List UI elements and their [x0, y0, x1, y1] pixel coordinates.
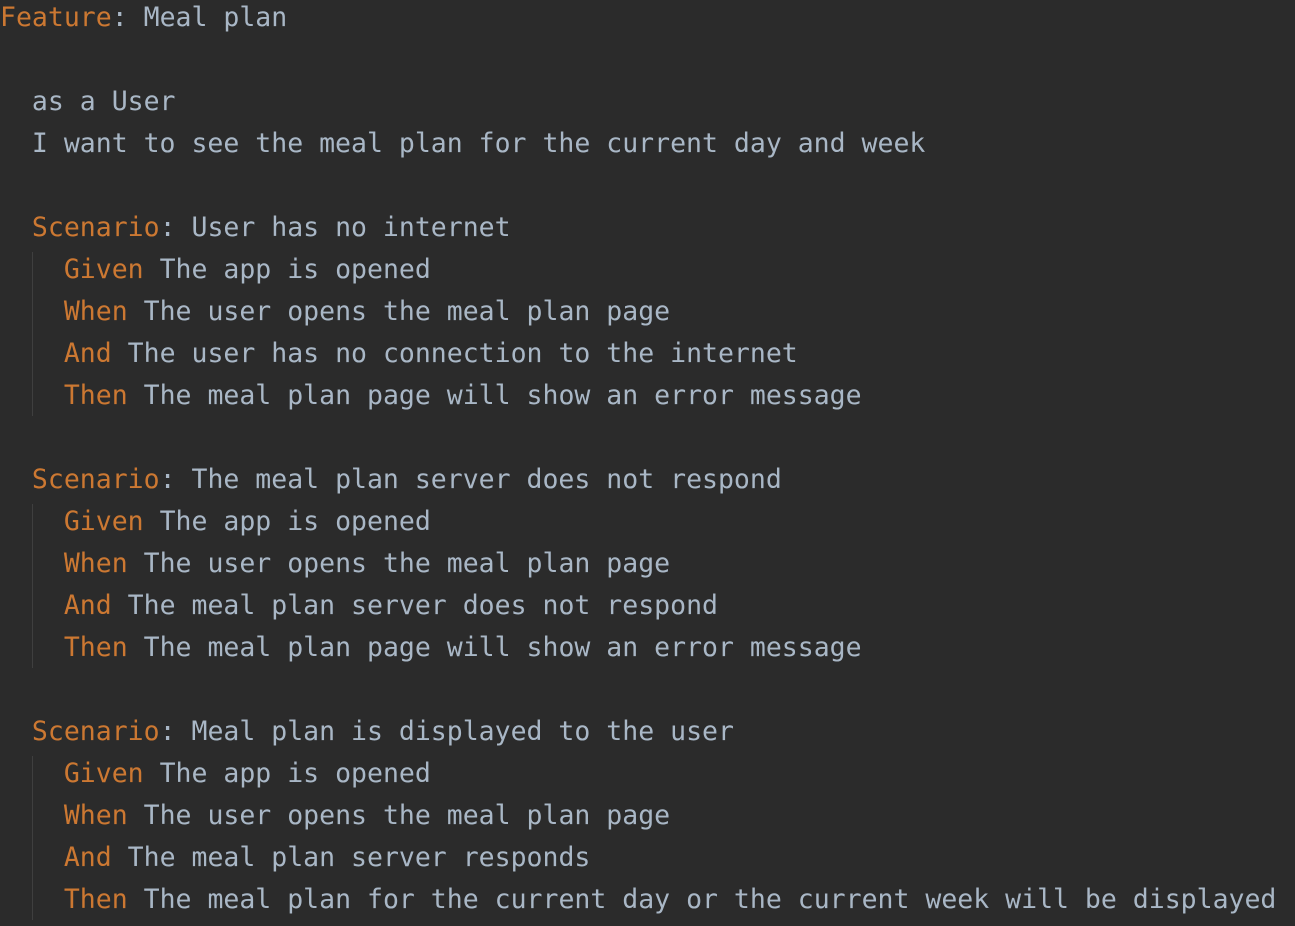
- step-text: The app is opened: [159, 506, 431, 537]
- narrative-text: I want to see the meal plan for the curr…: [31, 128, 926, 159]
- step-keyword: And: [63, 338, 112, 369]
- step-line[interactable]: When The user opens the meal plan page: [0, 795, 670, 837]
- step-line[interactable]: When The user opens the meal plan page: [0, 543, 670, 585]
- step-line[interactable]: When The user opens the meal plan page: [0, 291, 670, 333]
- scenario-colon: :: [159, 464, 192, 495]
- step-line[interactable]: Then The meal plan page will show an err…: [0, 375, 862, 417]
- step-line[interactable]: And The meal plan server does not respon…: [0, 585, 718, 627]
- scenario-line[interactable]: Scenario: User has no internet: [0, 207, 511, 249]
- step-line[interactable]: Then The meal plan for the current day o…: [0, 879, 1277, 921]
- step-keyword: And: [63, 842, 112, 873]
- scenario-title: The meal plan server does not respond: [191, 464, 782, 495]
- feature-colon: :: [111, 2, 144, 33]
- step-line[interactable]: Given The app is opened: [0, 249, 431, 291]
- narrative-line[interactable]: I want to see the meal plan for the curr…: [0, 123, 925, 165]
- step-keyword: Given: [63, 254, 144, 285]
- feature-keyword: Feature: [0, 2, 112, 33]
- step-keyword: And: [63, 590, 112, 621]
- step-keyword: Given: [63, 506, 144, 537]
- step-text: The meal plan for the current day or the…: [143, 884, 1277, 915]
- step-text: The meal plan page will show an error me…: [143, 380, 862, 411]
- step-text: The user has no connection to the intern…: [127, 338, 798, 369]
- scenario-keyword: Scenario: [31, 716, 160, 747]
- step-line[interactable]: And The meal plan server responds: [0, 837, 591, 879]
- step-text: The user opens the meal plan page: [143, 548, 671, 579]
- step-text: The user opens the meal plan page: [143, 296, 671, 327]
- step-line[interactable]: Then The meal plan page will show an err…: [0, 627, 862, 669]
- step-keyword: Then: [63, 380, 128, 411]
- step-keyword: When: [63, 548, 128, 579]
- narrative-text: as a User: [31, 86, 176, 117]
- step-text: The meal plan page will show an error me…: [143, 632, 862, 663]
- scenario-title: User has no internet: [191, 212, 511, 243]
- scenario-colon: :: [159, 716, 192, 747]
- step-text: The meal plan server responds: [127, 842, 591, 873]
- gherkin-editor[interactable]: Feature: Meal plan as a User I want to s…: [0, 0, 1295, 926]
- scenario-line[interactable]: Scenario: Meal plan is displayed to the …: [0, 711, 734, 753]
- feature-title: Meal plan: [143, 2, 288, 33]
- step-text: The app is opened: [159, 758, 431, 789]
- step-text: The app is opened: [159, 254, 431, 285]
- step-keyword: Then: [63, 884, 128, 915]
- step-keyword: Then: [63, 632, 128, 663]
- scenario-colon: :: [159, 212, 192, 243]
- step-keyword: When: [63, 800, 128, 831]
- scenario-title: Meal plan is displayed to the user: [191, 716, 734, 747]
- scenario-line[interactable]: Scenario: The meal plan server does not …: [0, 459, 782, 501]
- step-line[interactable]: Given The app is opened: [0, 501, 431, 543]
- scenario-keyword: Scenario: [31, 212, 160, 243]
- step-keyword: Given: [63, 758, 144, 789]
- narrative-line[interactable]: as a User: [0, 81, 176, 123]
- scenario-keyword: Scenario: [31, 464, 160, 495]
- step-keyword: When: [63, 296, 128, 327]
- feature-line[interactable]: Feature: Meal plan: [0, 0, 287, 39]
- step-line[interactable]: And The user has no connection to the in…: [0, 333, 798, 375]
- step-line[interactable]: Given The app is opened: [0, 753, 431, 795]
- step-text: The meal plan server does not respond: [127, 590, 718, 621]
- step-text: The user opens the meal plan page: [143, 800, 671, 831]
